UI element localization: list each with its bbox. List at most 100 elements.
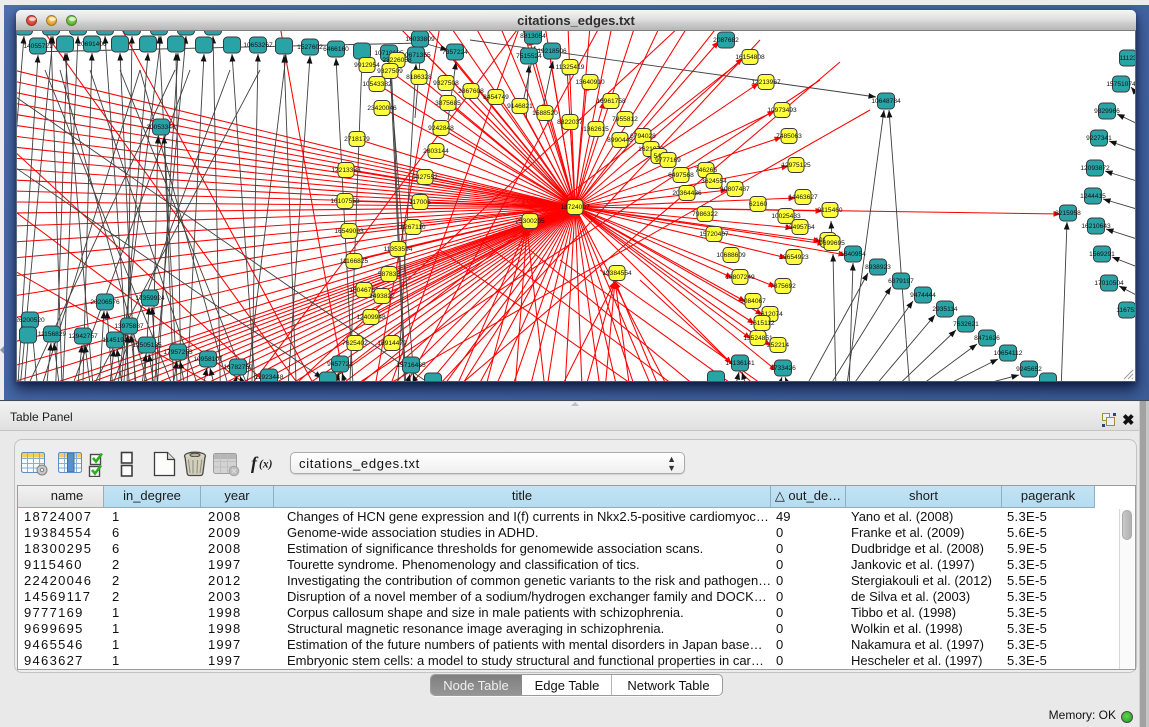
svg-text:1145194: 1145194	[102, 337, 128, 344]
svg-text:11923448: 11923448	[255, 374, 284, 381]
svg-text:1244415: 1244415	[1080, 193, 1106, 200]
svg-text:9699695: 9699695	[819, 240, 845, 247]
svg-text:9457721: 9457721	[327, 361, 353, 368]
svg-text:8813054: 8813054	[520, 33, 546, 40]
svg-text:1569291: 1569291	[1089, 251, 1115, 258]
svg-text:16033809: 16033809	[405, 36, 435, 43]
svg-text:10107553: 10107553	[330, 198, 360, 205]
svg-text:8938923: 8938923	[865, 264, 891, 271]
svg-text:10653267: 10653267	[243, 42, 273, 49]
svg-text:15751074: 15751074	[1106, 81, 1135, 88]
svg-text:16549093: 16549093	[334, 228, 364, 235]
svg-text:13975887: 13975887	[114, 323, 144, 330]
svg-text:12409948: 12409948	[356, 314, 386, 321]
svg-text:9115460: 9115460	[817, 207, 843, 214]
svg-text:3875685: 3875685	[435, 100, 461, 107]
svg-text:587832: 587832	[378, 271, 400, 278]
svg-text:1362615: 1362615	[583, 126, 609, 133]
svg-text:16210643: 16210643	[1081, 223, 1111, 230]
svg-text:15716485: 15716485	[396, 362, 426, 369]
svg-text:9084067: 9084067	[740, 298, 766, 305]
svg-text:17359924: 17359924	[135, 295, 165, 302]
svg-text:25300205: 25300205	[515, 218, 545, 225]
svg-text:1615112: 1615112	[749, 320, 775, 327]
svg-text:9474444: 9474444	[910, 292, 936, 299]
svg-text:18724007: 18724007	[560, 204, 590, 211]
svg-text:2087682: 2087682	[713, 37, 739, 44]
svg-text:14136141: 14136141	[725, 360, 755, 367]
svg-text:116753: 116753	[1116, 307, 1135, 314]
svg-text:f: f	[251, 453, 259, 473]
svg-text:14055721: 14055721	[23, 43, 53, 50]
svg-text:12975125: 12975125	[781, 162, 811, 169]
svg-text:12213967: 12213967	[751, 79, 781, 86]
svg-text:17010504: 17010504	[1094, 280, 1124, 287]
svg-text:18807249: 18807249	[725, 274, 755, 281]
svg-text:9242848: 9242848	[428, 125, 454, 132]
svg-text:6379197: 6379197	[888, 278, 914, 285]
svg-text:10973493: 10973493	[767, 107, 797, 114]
svg-text:2935114: 2935114	[932, 306, 958, 313]
svg-text:9327509: 9327509	[377, 68, 403, 75]
svg-text:10807487: 10807487	[720, 186, 750, 193]
svg-text:2803144: 2803144	[423, 148, 449, 155]
svg-text:16782759: 16782759	[223, 364, 253, 371]
svg-text:1733426: 1733426	[770, 365, 796, 372]
svg-text:3624554: 3624554	[701, 178, 727, 185]
svg-text:8267110: 8267110	[400, 224, 426, 231]
svg-text:62160: 62160	[749, 201, 768, 208]
svg-text:14463627: 14463627	[788, 194, 818, 201]
svg-text:7875692: 7875692	[770, 283, 796, 290]
svg-text:10543382: 10543382	[362, 81, 392, 88]
svg-text:16961758: 16961758	[596, 98, 626, 105]
svg-text:7986322: 7986322	[692, 211, 718, 218]
svg-text:9427552: 9427552	[412, 174, 438, 181]
svg-text:2367608: 2367608	[458, 88, 484, 95]
svg-text:13640910: 13640910	[575, 79, 605, 86]
svg-text:13524851: 13524851	[743, 335, 773, 342]
svg-text:7485063: 7485063	[776, 133, 802, 140]
svg-text:8186328: 8186328	[406, 74, 432, 81]
svg-text:7955812: 7955812	[612, 116, 638, 123]
svg-text:10648784: 10648784	[871, 98, 901, 105]
svg-text:9327508: 9327508	[433, 80, 459, 87]
svg-text:9245652: 9245652	[1016, 366, 1042, 373]
svg-text:11166825: 11166825	[340, 258, 369, 265]
svg-text:8471626: 8471626	[974, 335, 1000, 342]
svg-text:10654112: 10654112	[994, 350, 1023, 357]
svg-text:26200520: 26200520	[17, 317, 45, 324]
svg-text:12942757: 12942757	[68, 333, 98, 340]
svg-text:16914479: 16914479	[377, 340, 407, 347]
svg-text:7625402: 7625402	[342, 340, 368, 347]
svg-text:8215958: 8215958	[1055, 210, 1081, 217]
svg-text:15720407: 15720407	[699, 231, 729, 238]
svg-text:12213383: 12213383	[331, 167, 361, 174]
svg-text:11123: 11123	[1119, 55, 1135, 62]
svg-text:7357224: 7357224	[442, 49, 468, 56]
svg-text:252214: 252214	[767, 342, 789, 349]
svg-text:9227341: 9227341	[1086, 135, 1112, 142]
svg-text:10958107: 10958107	[193, 356, 223, 363]
svg-text:12505135: 12505135	[132, 342, 162, 349]
svg-text:1640954: 1640954	[840, 251, 866, 258]
svg-text:1493822: 1493822	[369, 293, 395, 300]
svg-text:10688609: 10688609	[716, 252, 746, 259]
svg-text:11325419: 11325419	[556, 64, 585, 71]
svg-text:12093872: 12093872	[1080, 165, 1110, 172]
svg-text:7632621: 7632621	[953, 321, 979, 328]
svg-text:16154808: 16154808	[735, 54, 765, 61]
svg-text:20691406: 20691406	[77, 41, 107, 48]
svg-text:19218506: 19218506	[537, 48, 567, 55]
svg-text:20206576: 20206576	[90, 299, 120, 306]
svg-text:19384554: 19384554	[602, 270, 632, 277]
svg-text:6466160: 6466160	[323, 46, 349, 53]
svg-text:17957253: 17957253	[163, 349, 193, 356]
svg-text:(x): (x)	[259, 459, 273, 471]
svg-text:11353594: 11353594	[384, 246, 413, 253]
svg-text:2718179: 2718179	[344, 136, 370, 143]
svg-text:8454749: 8454749	[483, 94, 509, 101]
svg-text:6794028: 6794028	[630, 133, 656, 140]
svg-text:9329966: 9329966	[1094, 108, 1120, 115]
svg-text:20053346: 20053346	[146, 124, 176, 131]
svg-text:9146821: 9146821	[507, 103, 533, 110]
